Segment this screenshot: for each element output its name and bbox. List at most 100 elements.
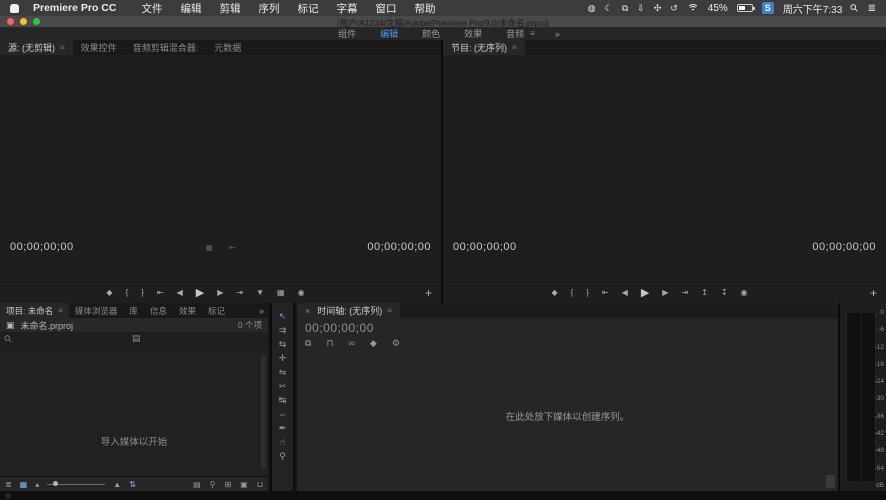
rate-stretch-tool[interactable]: ⇋ [279,367,287,377]
export-frame-button[interactable]: ◉ [741,288,748,297]
fan-icon[interactable]: ✣ [654,3,662,14]
razor-tool[interactable]: ✂ [279,381,287,391]
add-marker-button[interactable]: ◆ [551,288,557,297]
thumbnail-zoom-slider[interactable] [47,481,106,486]
zoom-level-icon[interactable]: ▦ [205,243,213,252]
mark-out-button[interactable]: } [141,288,144,297]
step-forward-button[interactable]: ▶ [217,288,223,297]
ripple-edit-tool[interactable]: ⇆ [279,339,287,349]
workspace-overflow-icon[interactable]: » [555,29,560,39]
tab-timeline[interactable]: × 时间轴: (无序列) ≡ [297,303,400,318]
spotlight-icon[interactable]: ⚲ [848,2,861,15]
panel-menu-icon[interactable]: ≡ [60,43,65,52]
input-method-icon[interactable]: S [761,2,774,14]
timeline-scrollbar-thumb[interactable] [826,475,835,488]
snap-button[interactable]: ⊓ [326,338,333,349]
mark-in-button[interactable]: { [571,288,574,297]
rolling-edit-tool[interactable]: ✛ [279,353,287,363]
nest-toggle-button[interactable]: ⧉ [305,338,311,349]
folder-icon[interactable]: ▤ [132,333,141,344]
workspace-tab[interactable]: 颜色 [410,27,452,40]
menu-item[interactable]: 序列 [249,1,288,16]
project-media-list[interactable]: 导入媒体以开始 [0,346,268,476]
tab-info[interactable]: 信息 [144,303,173,318]
tab-markers[interactable]: 标记 [202,303,231,318]
add-marker-button[interactable]: ◆ [106,288,112,297]
menu-item[interactable]: 字幕 [327,1,366,16]
lift-button[interactable]: ↥ [701,288,708,297]
pen-tool[interactable]: ✒ [279,423,287,433]
tab-effect-controls[interactable]: 效果控件 [73,40,125,55]
tab-source[interactable]: 源: (无剪辑) ≡ [0,40,73,55]
menu-item[interactable]: 标记 [288,1,327,16]
play-button[interactable]: ▶ [641,286,649,299]
linked-selection-button[interactable]: ∞ [348,338,354,349]
sort-button[interactable]: ⇅ [129,480,136,489]
panel-overflow-icon[interactable]: » [259,306,264,316]
tab-project[interactable]: 项目: 未命名 ≡ [0,303,69,318]
menu-item[interactable]: 帮助 [405,1,444,16]
zoom-out-icon[interactable]: ▴ [35,480,39,489]
automate-to-sequence-button[interactable]: ▤ [193,480,201,489]
step-back-button[interactable]: ◀ [177,288,183,297]
displays-icon[interactable]: ⧉ [622,3,628,14]
button-editor-button[interactable]: + [870,287,877,299]
app-menu-title[interactable]: Premiere Pro CC [33,2,116,14]
tab-audio-clip-mixer[interactable]: 音频剪辑混合器: [125,40,207,55]
tab-effects[interactable]: 效果 [173,303,202,318]
menu-item[interactable]: 编辑 [171,1,210,16]
step-forward-button[interactable]: ▶ [662,288,668,297]
icon-view-button[interactable]: ▦ [20,480,28,489]
workspace-tab[interactable]: 编辑 [368,27,410,40]
time-machine-icon[interactable]: ↺ [670,3,678,14]
moon-icon[interactable]: ☾ [605,3,613,14]
slide-tool[interactable]: ⇔ [278,409,287,419]
notification-icon[interactable]: ◍ [588,3,596,14]
workspace-tab[interactable]: 组件 [326,27,368,40]
timeline-settings-button[interactable]: ⚙ [392,338,400,349]
menu-item[interactable]: 剪辑 [210,1,249,16]
clear-button[interactable]: ⊔ [257,480,263,489]
battery-icon[interactable] [736,4,755,12]
goto-in-button[interactable]: ⇤ [602,288,609,297]
hand-tool[interactable]: ☝ [280,437,285,447]
new-bin-button[interactable]: ⊞ [224,480,231,489]
track-select-forward-tool[interactable]: ⇉ [279,325,287,335]
add-marker-button[interactable]: ◆ [370,338,377,349]
button-editor-button[interactable]: + [425,287,432,299]
list-view-button[interactable]: ≣ [5,480,12,489]
project-search-field[interactable]: ⚲ ▤ [0,332,268,346]
slip-tool[interactable]: ↹ [279,395,287,405]
project-scrollbar[interactable] [261,356,266,468]
wifi-icon[interactable] [686,3,699,13]
menu-item[interactable]: 文件 [132,1,171,16]
goto-out-button[interactable]: ⇥ [236,288,243,297]
tab-metadata[interactable]: 元数据 [206,40,249,55]
extract-button[interactable]: ↧ [721,288,728,297]
zoom-tool[interactable]: ⚲ [279,451,286,461]
tab-libraries[interactable]: 库 [123,303,144,318]
menu-item[interactable]: 窗口 [366,1,405,16]
workspace-menu-icon[interactable]: ≡ [530,29,535,38]
timeline-timecode[interactable]: 00;00;00;00 [305,321,374,335]
zoom-in-icon[interactable]: ▲ [113,480,121,489]
window-title-bar[interactable]: /用户/A1234/文稿/Adobe/Premiere Pro/9.0/未命名.… [0,16,886,28]
close-panel-icon[interactable]: × [305,306,310,316]
tab-program[interactable]: 节目: (无序列) ≡ [443,40,525,55]
insert-button[interactable]: ▼ [256,288,264,297]
menu-clock[interactable]: 周六下午7:33 [783,1,842,16]
new-item-button[interactable]: ▣ [240,480,248,489]
workspace-tab[interactable]: 效果 [452,27,494,40]
panel-menu-icon[interactable]: ≡ [512,43,517,52]
mark-out-button[interactable]: } [586,288,589,297]
selection-tool[interactable]: ↖ [279,311,287,321]
project-file-row[interactable]: ▣ 未命名.prproj 0 个项 [0,318,268,332]
export-frame-button[interactable]: ◉ [298,288,305,297]
overwrite-button[interactable]: ▦ [277,288,285,297]
mark-in-button[interactable]: { [126,288,129,297]
step-back-button[interactable]: ◀ [622,288,628,297]
goto-out-button[interactable]: ⇥ [681,288,688,297]
tab-media-browser[interactable]: 媒体浏览器 [69,303,124,318]
control-center-icon[interactable]: ≣ [868,3,876,14]
find-button[interactable]: ⚲ [210,480,216,489]
